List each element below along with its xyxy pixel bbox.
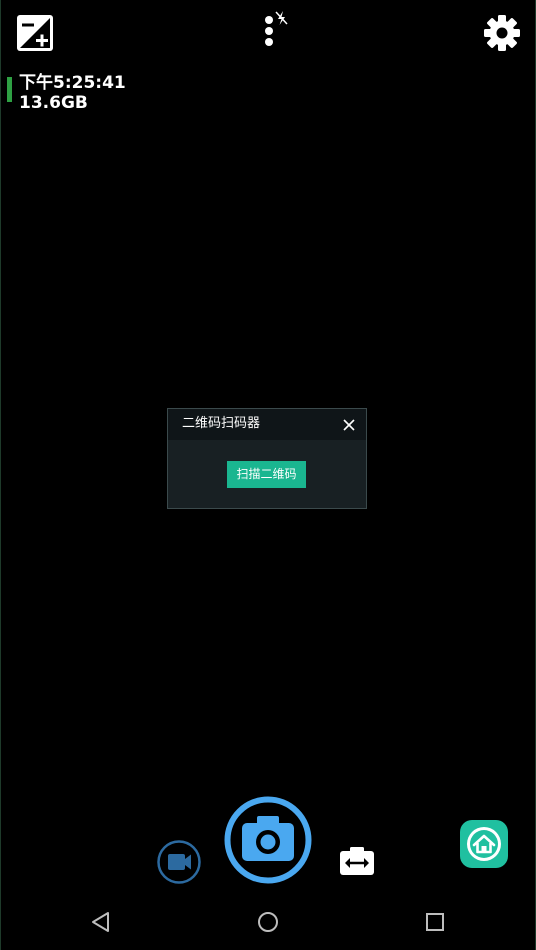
home-icon: [460, 820, 508, 868]
dialog-header: 二维码扫码器: [168, 409, 366, 440]
storage-readout: 13.6GB: [19, 93, 88, 113]
exposure-button[interactable]: [16, 14, 54, 52]
home-app-button[interactable]: [460, 820, 508, 868]
qr-scanner-dialog: 二维码扫码器 扫描二维码: [167, 408, 367, 509]
flash-off-icon: [275, 11, 288, 25]
scan-qr-button[interactable]: 扫描二维码: [227, 461, 306, 488]
square-recents-icon: [426, 913, 444, 931]
circle-home-icon: [258, 912, 278, 932]
camera-icon: [224, 796, 312, 884]
more-vertical-icon: [265, 16, 273, 46]
video-camera-icon: [157, 840, 201, 884]
gear-icon: [484, 15, 520, 51]
time-readout: 下午5:25:41: [19, 73, 126, 93]
nav-back-button[interactable]: [90, 911, 112, 933]
status-indicator-bar: [7, 77, 12, 102]
nav-home-button[interactable]: [257, 911, 279, 933]
close-icon: [343, 419, 355, 431]
settings-button[interactable]: [482, 13, 522, 53]
dialog-title: 二维码扫码器: [182, 416, 261, 431]
video-mode-button[interactable]: [157, 840, 201, 884]
nav-recents-button[interactable]: [424, 911, 446, 933]
camera-screen: 下午5:25:41 13.6GB 二维码扫码器 扫描二维码: [0, 0, 536, 950]
switch-camera-button[interactable]: [339, 846, 375, 876]
dialog-close-button[interactable]: [342, 417, 356, 431]
exposure-icon: [17, 15, 53, 51]
triangle-back-icon: [92, 912, 109, 932]
switch-camera-icon: [340, 847, 374, 875]
shutter-button[interactable]: [224, 796, 312, 884]
more-options-button[interactable]: [256, 10, 292, 50]
